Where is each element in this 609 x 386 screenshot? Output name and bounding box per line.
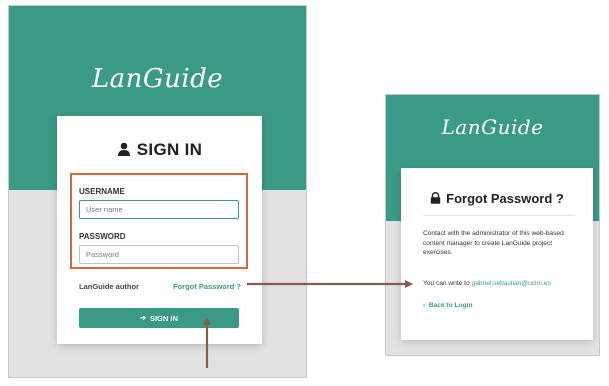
annotation-arrows bbox=[203, 280, 413, 368]
